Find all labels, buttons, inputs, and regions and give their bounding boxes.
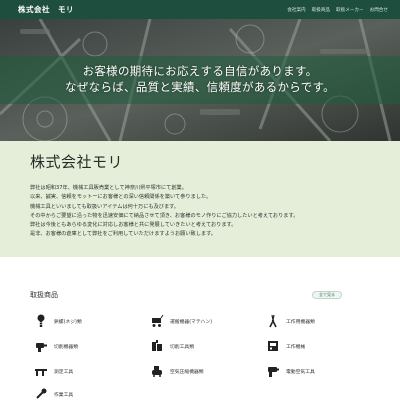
view-all-button[interactable]: 全て見る bbox=[312, 291, 342, 299]
about-line: 弊社は今後ともあらゆる変化に対応しお客様と共に発展していきたいと考えております。 bbox=[30, 222, 237, 229]
cutting-tool-icon bbox=[152, 340, 162, 351]
nav-products[interactable]: 取扱商品 bbox=[312, 7, 330, 13]
about-line: 是非、お客様の倉庫として弊社をご利用していただけますようお願い致します。 bbox=[30, 231, 216, 238]
power-tool-icon bbox=[268, 367, 279, 377]
product-label: 作業工具 bbox=[54, 392, 74, 398]
hero-line-1: お客様の期待にお応えする自信があります。 bbox=[82, 64, 318, 78]
product-label: 電動空気工具 bbox=[286, 369, 315, 375]
drill-icon bbox=[36, 343, 47, 352]
product-item[interactable]: 工作用機器類 bbox=[266, 314, 315, 328]
product-label: 運搬機器(マテハン) bbox=[170, 319, 213, 325]
about-line: 機械工具といいましても取扱いアイテムは何十万にも及びます。 bbox=[30, 203, 179, 210]
header-bar: 株式会社 モリ 会社案内 取扱商品 取扱メーカー お問合せ bbox=[0, 0, 400, 19]
products-section: 取扱商品 全て見る 鋲螺(ネジ)類 運搬機器(マテハン) 工作用機器類 切削機器… bbox=[0, 257, 400, 400]
machine-icon bbox=[268, 341, 278, 351]
company-title: 株式会社モリ bbox=[30, 153, 124, 171]
product-item[interactable]: 鋲螺(ネジ)類 bbox=[34, 314, 82, 328]
nav-company[interactable]: 会社案内 bbox=[287, 7, 305, 13]
product-label: 鋲螺(ネジ)類 bbox=[54, 319, 82, 325]
pliers-icon bbox=[269, 314, 277, 328]
product-item[interactable]: 作業工具 bbox=[34, 387, 73, 400]
handcart-icon bbox=[152, 314, 164, 327]
product-item[interactable]: 運搬機器(マテハン) bbox=[150, 314, 212, 328]
product-item[interactable]: 工作機械 bbox=[266, 339, 305, 353]
compressor-icon bbox=[152, 366, 162, 377]
product-label: 測定工具 bbox=[54, 369, 74, 375]
nav-makers[interactable]: 取扱メーカー bbox=[336, 7, 364, 13]
about-line: 弊社は昭和37年、機械工具販売業として神奈川県平塚市にて創業。 bbox=[30, 185, 187, 191]
about-line: その中からご要望に沿った物を迅速安価にて納品させて頂き、お客様のモノ作りにご協力… bbox=[30, 212, 299, 219]
product-item[interactable]: 電動空気工具 bbox=[266, 364, 315, 378]
product-label: 工作機械 bbox=[286, 344, 306, 350]
about-line: 以来、誠実、信頼をモットーにお客様との深い信頼関係を築いて参りました。 bbox=[30, 194, 212, 201]
products-heading: 取扱商品 bbox=[30, 291, 58, 299]
nav-contact[interactable]: お問合せ bbox=[370, 7, 388, 13]
about-section: 株式会社モリ 弊社は昭和37年、機械工具販売業として神奈川県平塚市にて創業。 以… bbox=[0, 141, 400, 257]
product-label: 工作用機器類 bbox=[286, 319, 315, 325]
hero-tagline: お客様の期待にお応えする自信があります。 なぜならば、品質と実績、信頼度があるか… bbox=[0, 63, 400, 95]
product-item[interactable]: 切削機器類 bbox=[34, 339, 78, 353]
product-item[interactable]: 測定工具 bbox=[34, 364, 73, 378]
product-label: 切削機器類 bbox=[54, 344, 78, 350]
caliper-icon bbox=[35, 369, 47, 376]
product-item[interactable]: 空気圧縮機器類 bbox=[150, 364, 204, 378]
main-nav: 会社案内 取扱商品 取扱メーカー お問合せ bbox=[287, 7, 388, 13]
hero-line-2: なぜならば、品質と実績、信頼度があるからです。 bbox=[65, 80, 335, 94]
brand-logo[interactable]: 株式会社 モリ bbox=[18, 4, 74, 15]
screw-icon bbox=[37, 314, 45, 327]
wrench-icon bbox=[36, 388, 47, 399]
product-label: 切削工具類 bbox=[170, 344, 194, 350]
hero-banner: お客様の期待にお応えする自信があります。 なぜならば、品質と実績、信頼度があるか… bbox=[0, 19, 400, 141]
product-label: 空気圧縮機器類 bbox=[170, 369, 204, 375]
product-item[interactable]: 切削工具類 bbox=[150, 339, 194, 353]
company-description: 弊社は昭和37年、機械工具販売業として神奈川県平塚市にて創業。 以来、誠実、信頼… bbox=[30, 184, 380, 240]
